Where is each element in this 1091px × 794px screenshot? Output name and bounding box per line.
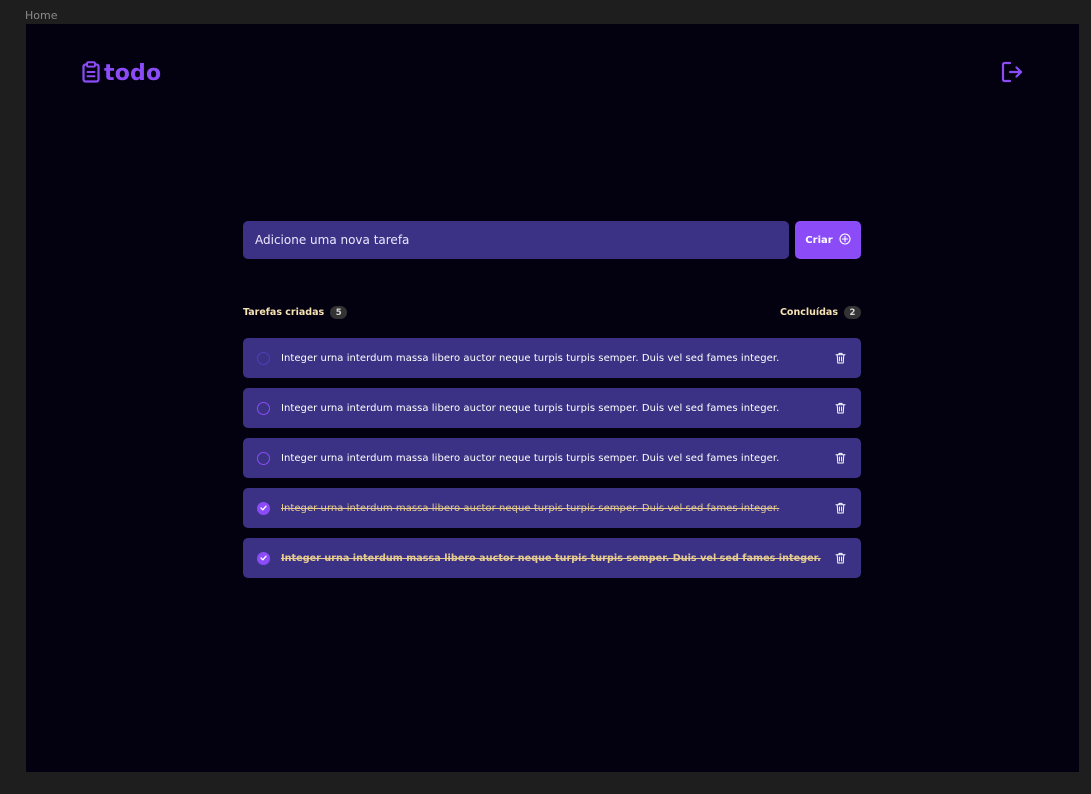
task-checkbox[interactable] (257, 401, 270, 415)
plus-circle-icon (839, 232, 851, 248)
created-counter: Tarefas criadas 5 (243, 306, 348, 319)
trash-icon[interactable] (833, 401, 847, 415)
trash-icon[interactable] (833, 451, 847, 465)
task-list: Integer urna interdum massa libero aucto… (243, 338, 861, 578)
task-checkbox[interactable] (257, 451, 270, 465)
trash-icon[interactable] (833, 501, 847, 515)
trash-icon[interactable] (833, 351, 847, 365)
clipboard-icon (81, 61, 101, 87)
task-text: Integer urna interdum massa libero aucto… (281, 402, 780, 414)
create-button[interactable]: Criar (795, 221, 861, 259)
frame-label: Home (25, 9, 58, 22)
done-counter-label: Concluídas (779, 307, 838, 318)
task-text: Integer urna interdum massa libero aucto… (281, 452, 780, 464)
task-checkbox[interactable] (257, 351, 270, 365)
task-text: Integer urna interdum massa libero aucto… (281, 352, 780, 364)
task-item-done: Integer urna interdum massa libero aucto… (243, 538, 861, 578)
check-icon (260, 555, 267, 561)
created-count-badge: 5 (330, 306, 348, 319)
create-button-label: Criar (805, 234, 833, 246)
logo-text: todo (104, 61, 162, 86)
task-item: Integer urna interdum massa libero aucto… (243, 438, 861, 478)
task-checkbox-checked[interactable] (257, 551, 270, 565)
done-count-badge: 2 (844, 306, 861, 319)
check-icon (260, 505, 267, 511)
sign-out-icon[interactable] (1000, 60, 1024, 88)
app-canvas: todo Criar Tarefas criadas (26, 24, 1079, 772)
task-checkbox-checked[interactable] (257, 501, 270, 515)
task-item: Integer urna interdum massa libero aucto… (243, 338, 861, 378)
new-task-input[interactable] (243, 221, 789, 259)
logout-button[interactable] (998, 60, 1026, 88)
task-item-done: Integer urna interdum massa libero aucto… (243, 488, 861, 528)
new-task-form: Criar (243, 221, 861, 259)
task-item: Integer urna interdum massa libero aucto… (243, 388, 861, 428)
created-counter-label: Tarefas criadas (243, 307, 325, 318)
done-counter: Concluídas 2 (780, 306, 861, 319)
task-text: Integer urna interdum massa libero aucto… (281, 502, 780, 514)
task-text: Integer urna interdum massa libero aucto… (281, 552, 821, 564)
task-counters: Tarefas criadas 5 Concluídas 2 (243, 306, 861, 319)
logo: todo (81, 61, 161, 87)
trash-icon[interactable] (833, 551, 847, 565)
